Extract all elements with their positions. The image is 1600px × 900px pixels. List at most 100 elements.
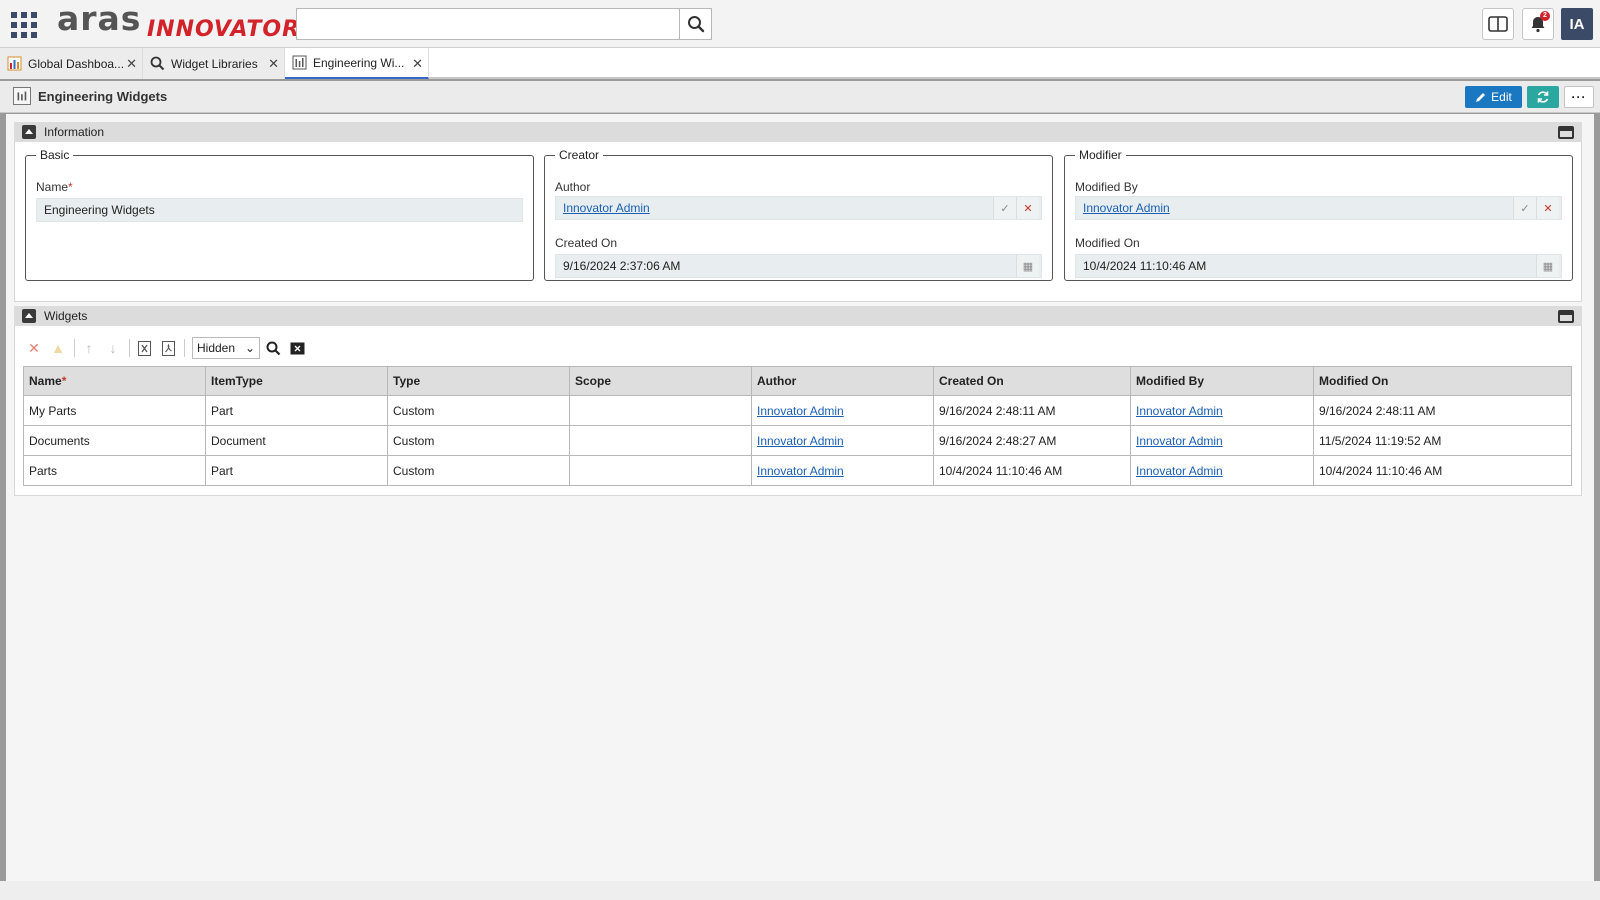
more-options-button[interactable]: ··· (1564, 86, 1594, 108)
cell-itemtype[interactable]: Part (205, 395, 388, 426)
column-header-text: Name (29, 374, 62, 388)
table-header-row: Name* ItemType Type Scope Author Created… (23, 366, 1572, 396)
column-header-modified-on[interactable]: Modified On (1313, 366, 1572, 396)
cell-created-on[interactable]: 10/4/2024 11:10:46 AM (933, 455, 1131, 486)
cell-scope[interactable] (569, 395, 752, 426)
move-up-icon[interactable]: ↑ (78, 337, 100, 359)
name-label: Name* (36, 180, 73, 194)
item-toolbar: Engineering Widgets Edit ··· (0, 81, 1600, 113)
column-header-scope[interactable]: Scope (569, 366, 752, 396)
widgets-table: Name* ItemType Type Scope Author Created… (23, 366, 1572, 486)
tab-label: Widget Libraries (171, 56, 258, 71)
user-avatar[interactable]: IA (1561, 8, 1593, 40)
check-icon: ✓ (993, 197, 1016, 219)
chevron-down-icon: ⌄ (244, 341, 255, 355)
tab-widget-libraries[interactable]: Widget Libraries ✕ (143, 48, 285, 79)
modified-by-field[interactable]: Innovator Admin ✓ ✕ (1075, 196, 1562, 220)
modified-by-link[interactable]: Innovator Admin (1136, 404, 1223, 418)
collapse-toggle-icon[interactable] (22, 309, 36, 323)
name-field[interactable]: Engineering Widgets (36, 198, 523, 222)
collapse-toggle-icon[interactable] (22, 125, 36, 139)
edit-button[interactable]: Edit (1465, 86, 1522, 108)
cell-name[interactable]: Parts (23, 455, 206, 486)
required-marker: * (68, 180, 73, 194)
column-header-name[interactable]: Name* (23, 366, 206, 396)
column-header-modified-by[interactable]: Modified By (1130, 366, 1314, 396)
calendar-icon: ▦ (1016, 255, 1039, 277)
created-on-field[interactable]: 9/16/2024 2:37:06 AM ▦ (555, 254, 1042, 278)
modified-by-link[interactable]: Innovator Admin (1083, 201, 1170, 215)
close-icon[interactable]: ✕ (268, 56, 279, 72)
modified-on-label: Modified On (1075, 236, 1140, 250)
split-view-button[interactable] (1482, 8, 1514, 40)
pencil-icon (1476, 93, 1486, 102)
cell-author[interactable]: Innovator Admin (751, 455, 934, 486)
tab-bar: Global Dashboa... ✕ Widget Libraries ✕ E… (0, 48, 1600, 79)
cell-scope[interactable] (569, 425, 752, 456)
cell-author[interactable]: Innovator Admin (751, 425, 934, 456)
table-row[interactable]: Parts Part Custom Innovator Admin 10/4/2… (23, 455, 1572, 486)
author-field[interactable]: Innovator Admin ✓ ✕ (555, 196, 1042, 220)
maximize-icon[interactable] (1558, 126, 1574, 139)
column-header-type[interactable]: Type (387, 366, 570, 396)
column-header-itemtype[interactable]: ItemType (205, 366, 388, 396)
search-icon (687, 16, 704, 33)
edit-label: Edit (1491, 90, 1512, 104)
toolbar-separator (74, 339, 75, 357)
cell-itemtype[interactable]: Part (205, 455, 388, 486)
app-header: aras INNOVATOR 2 IA (0, 0, 1600, 48)
cell-itemtype[interactable]: Document (205, 425, 388, 456)
lock-icon[interactable]: ▲ (47, 337, 69, 359)
cell-name[interactable]: Documents (23, 425, 206, 456)
table-row[interactable]: My Parts Part Custom Innovator Admin 9/1… (23, 395, 1572, 426)
app-launcher-icon[interactable] (11, 12, 37, 38)
group-legend: Modifier (1079, 148, 1122, 162)
cell-author[interactable]: Innovator Admin (751, 395, 934, 426)
cell-modified-on[interactable]: 11/5/2024 11:19:52 AM (1313, 425, 1572, 456)
author-link[interactable]: Innovator Admin (757, 464, 844, 478)
column-header-created-on[interactable]: Created On (933, 366, 1131, 396)
cell-modified-on[interactable]: 9/16/2024 2:48:11 AM (1313, 395, 1572, 426)
maximize-icon[interactable] (1558, 310, 1574, 323)
author-link[interactable]: Innovator Admin (757, 404, 844, 418)
cell-modified-by[interactable]: Innovator Admin (1130, 455, 1314, 486)
search-icon[interactable] (262, 337, 284, 359)
check-icon: ✓ (1513, 197, 1536, 219)
column-header-author[interactable]: Author (751, 366, 934, 396)
created-on-label: Created On (555, 236, 618, 250)
global-search-input[interactable] (296, 8, 680, 40)
name-label-text: Name (36, 180, 69, 194)
search-button[interactable] (679, 8, 712, 40)
refresh-button[interactable] (1527, 86, 1559, 108)
move-down-icon[interactable]: ↓ (102, 337, 124, 359)
modified-by-link[interactable]: Innovator Admin (1136, 434, 1223, 448)
close-icon[interactable]: ✕ (126, 56, 137, 72)
clear-search-icon[interactable] (286, 337, 308, 359)
export-pdf-icon[interactable] (157, 337, 179, 359)
cell-type[interactable]: Custom (387, 395, 570, 426)
modified-by-link[interactable]: Innovator Admin (1136, 464, 1223, 478)
tab-global-dashboard[interactable]: Global Dashboa... ✕ (0, 48, 143, 79)
cell-modified-by[interactable]: Innovator Admin (1130, 425, 1314, 456)
cell-modified-on[interactable]: 10/4/2024 11:10:46 AM (1313, 455, 1572, 486)
close-icon[interactable]: ✕ (412, 56, 423, 72)
author-link[interactable]: Innovator Admin (563, 201, 650, 215)
cell-type[interactable]: Custom (387, 425, 570, 456)
clear-icon: ✕ (1016, 197, 1039, 219)
item-content: Information Basic Name* Engineering Widg… (6, 114, 1594, 881)
table-row[interactable]: Documents Document Custom Innovator Admi… (23, 425, 1572, 456)
tab-engineering-widgets[interactable]: Engineering Wi... ✕ (285, 48, 429, 79)
notifications-button[interactable]: 2 (1522, 8, 1554, 40)
author-link[interactable]: Innovator Admin (757, 434, 844, 448)
cell-name[interactable]: My Parts (23, 395, 206, 426)
cell-created-on[interactable]: 9/16/2024 2:48:27 AM (933, 425, 1131, 456)
filter-select[interactable]: Hidden ⌄ (192, 337, 260, 359)
cell-created-on[interactable]: 9/16/2024 2:48:11 AM (933, 395, 1131, 426)
grid-toolbar: ✕ ▲ ↑ ↓ Hidden ⌄ (23, 335, 310, 361)
export-excel-icon[interactable] (133, 337, 155, 359)
cell-type[interactable]: Custom (387, 455, 570, 486)
cell-scope[interactable] (569, 455, 752, 486)
modified-on-field[interactable]: 10/4/2024 11:10:46 AM ▦ (1075, 254, 1562, 278)
delete-icon[interactable]: ✕ (23, 337, 45, 359)
cell-modified-by[interactable]: Innovator Admin (1130, 395, 1314, 426)
